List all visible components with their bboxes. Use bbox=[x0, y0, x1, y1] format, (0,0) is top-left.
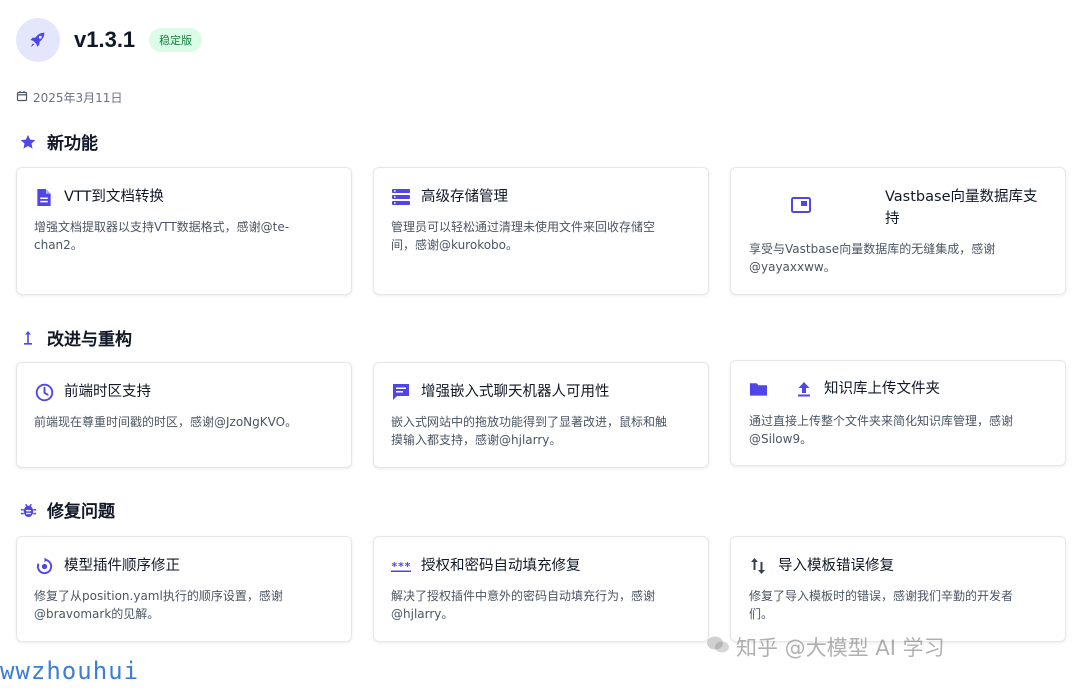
window-icon bbox=[791, 194, 811, 216]
card-desc: 通过直接上传整个文件夹来简化知识库管理，感谢@Silow9。 bbox=[749, 414, 1014, 446]
star-icon bbox=[18, 131, 38, 153]
stable-badge: 稳定版 bbox=[149, 28, 203, 52]
upload-icon bbox=[794, 378, 814, 400]
release-date: 2025年3月11日 bbox=[16, 89, 122, 106]
section-title: 修复问题 bbox=[47, 502, 115, 522]
section-fixes: 修复问题 bbox=[18, 497, 115, 522]
card-title: 知识库上传文件夹 bbox=[824, 381, 940, 397]
feature-card: 高级存储管理 管理员可以轻松通过清理未使用文件来回收存储空间，感谢@kuroko… bbox=[373, 167, 709, 295]
feature-card: 导入模板错误修复 修复了导入模板时的错误，感谢我们辛勤的开发者们。 bbox=[730, 536, 1066, 642]
card-title: Vastbase向量数据库支持 bbox=[885, 189, 1038, 227]
calendar-icon bbox=[16, 90, 28, 105]
release-header: v1.3.1 稳定版 bbox=[16, 18, 203, 62]
card-desc: 修复了从position.yaml执行的顺序设置，感谢@bravomark的见解… bbox=[34, 589, 283, 621]
feature-card: 前端时区支持 前端现在尊重时间戳的时区，感谢@JzoNgKVO。 bbox=[16, 362, 352, 468]
card-title: 授权和密码自动填充修复 bbox=[421, 558, 581, 574]
rocket-icon bbox=[16, 18, 60, 62]
card-title: 模型插件顺序修正 bbox=[64, 558, 180, 574]
version-title: v1.3.1 bbox=[74, 27, 136, 52]
feature-card: 知识库上传文件夹 通过直接上传整个文件夹来简化知识库管理，感谢@Silow9。 bbox=[730, 360, 1066, 466]
card-title: 前端时区支持 bbox=[64, 384, 151, 400]
section-title: 改进与重构 bbox=[47, 330, 132, 350]
card-desc: 管理员可以轻松通过清理未使用文件来回收存储空间，感谢@kurokobo。 bbox=[391, 220, 656, 252]
zhihu-watermark: 知乎 @大模型 AI 学习 bbox=[706, 632, 945, 662]
storage-icon bbox=[391, 186, 411, 208]
section-new-features: 新功能 bbox=[18, 129, 98, 154]
card-desc: 嵌入式网站中的拖放功能得到了显著改进，鼠标和触摸输入都支持，感谢@hjlarry… bbox=[391, 415, 668, 447]
feature-card: 增强嵌入式聊天机器人可用性 嵌入式网站中的拖放功能得到了显著改进，鼠标和触摸输入… bbox=[373, 362, 709, 468]
clock-icon bbox=[34, 381, 54, 403]
document-icon bbox=[34, 186, 54, 208]
feature-card: *** 授权和密码自动填充修复 解决了授权插件中意外的密码自动填充行为，感谢@h… bbox=[373, 536, 709, 642]
swap-icon bbox=[748, 555, 768, 577]
card-desc: 修复了导入模板时的错误，感谢我们辛勤的开发者们。 bbox=[749, 589, 1014, 621]
section-title: 新功能 bbox=[47, 134, 98, 154]
password-icon: *** bbox=[391, 555, 411, 577]
date-text: 2025年3月11日 bbox=[33, 91, 123, 105]
folder-icon bbox=[748, 378, 768, 400]
feature-card: 模型插件顺序修正 修复了从position.yaml执行的顺序设置，感谢@bra… bbox=[16, 536, 352, 642]
card-title: 导入模板错误修复 bbox=[778, 558, 894, 574]
feature-card: VTT到文档转换 增强文档提取器以支持VTT数据格式，感谢@te-chan2。 bbox=[16, 167, 352, 295]
wechat-icon bbox=[706, 635, 730, 660]
zhihu-watermark-text: 知乎 @大模型 AI 学习 bbox=[736, 636, 945, 660]
card-desc: 前端现在尊重时间戳的时区，感谢@JzoNgKVO。 bbox=[34, 415, 298, 429]
bug-icon bbox=[18, 499, 38, 521]
card-desc: 享受与Vastbase向量数据库的无缝集成，感谢@yayaxxww。 bbox=[749, 242, 996, 274]
card-title: VTT到文档转换 bbox=[64, 189, 164, 205]
card-title: 增强嵌入式聊天机器人可用性 bbox=[421, 384, 610, 400]
plugin-order-icon bbox=[34, 555, 54, 577]
card-desc: 增强文档提取器以支持VTT数据格式，感谢@te-chan2。 bbox=[34, 220, 290, 252]
chat-icon bbox=[391, 381, 411, 403]
feature-card: Vastbase向量数据库支持 享受与Vastbase向量数据库的无缝集成，感谢… bbox=[730, 167, 1066, 295]
card-title: 高级存储管理 bbox=[421, 189, 508, 205]
card-desc: 解决了授权插件中意外的密码自动填充行为，感谢@hjlarry。 bbox=[391, 589, 656, 621]
author-watermark: wwzhouhui bbox=[0, 657, 140, 685]
arrow-up-icon bbox=[18, 327, 38, 349]
svg-text:***: *** bbox=[391, 560, 411, 572]
section-improvements: 改进与重构 bbox=[18, 325, 132, 350]
